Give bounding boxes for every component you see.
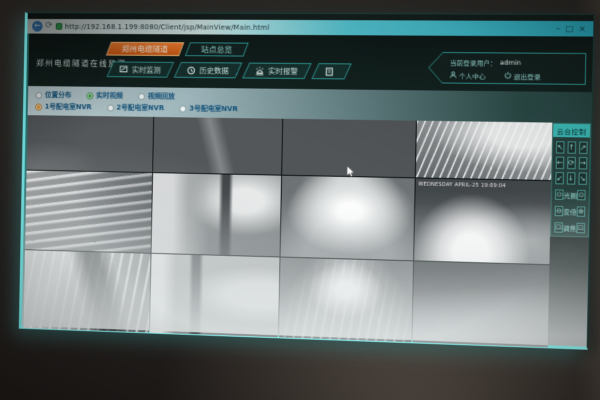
ptz-up-right-button[interactable]: ↗ xyxy=(579,142,588,154)
ptz-iris-row: ⊙ 光圈 ⊙ xyxy=(552,186,589,203)
radio-icon xyxy=(180,105,187,112)
alarm-lamp-icon xyxy=(255,66,264,75)
function-toolbar: 实时监测 历史数据 xyxy=(110,61,348,79)
radio-label: 2号配电室NVR xyxy=(116,103,164,113)
iris-minus-button[interactable]: ⊙ xyxy=(555,189,564,199)
nvr-source-1[interactable]: 1号配电室NVR xyxy=(35,102,92,112)
radio-label: 1号配电室NVR xyxy=(45,102,92,112)
ptz-direction-pad: ↖ ↑ ↗ ← ⟳ → ↙ ↓ ↘ xyxy=(552,137,590,187)
ptz-up-button[interactable]: ↑ xyxy=(567,141,576,153)
ptz-down-left-button[interactable]: ↙ xyxy=(555,172,564,184)
camera-tile-9[interactable] xyxy=(24,250,151,333)
camera-tile-1[interactable] xyxy=(27,115,153,172)
radio-label: 实时视频 xyxy=(96,91,123,101)
realtime-alarm-button[interactable]: 实时报警 xyxy=(242,63,312,79)
tab-label: 郑州电缆隧道 xyxy=(122,43,168,54)
minimize-button[interactable]: – xyxy=(556,24,560,33)
camera-tile-8[interactable]: WEDNESDAY APRIL-25 19:09:04 xyxy=(414,179,552,264)
radio-label: 位置分布 xyxy=(45,90,72,100)
nvr-source-3[interactable]: 3号配电室NVR xyxy=(179,103,237,114)
mouse-cursor-icon xyxy=(347,162,355,181)
user-info-panel: 当前登录用户： admin 个人中心 xyxy=(428,52,586,85)
camera-osd-timestamp: WEDNESDAY APRIL-25 19:09:04 xyxy=(418,182,506,190)
zoom-label: 变倍 xyxy=(563,206,577,217)
view-mode-location[interactable]: 位置分布 xyxy=(35,90,71,100)
camera-tile-12[interactable] xyxy=(412,261,549,347)
logout-label: 退出登录 xyxy=(514,71,541,81)
ptz-down-button[interactable]: ↓ xyxy=(567,172,576,185)
zoom-in-button[interactable]: ⊕ xyxy=(577,206,586,216)
clipboard-icon xyxy=(325,67,334,76)
ptz-panel: 云台控制 ↖ ↑ ↗ ← ⟳ → ↙ ↓ ↘ xyxy=(550,123,591,238)
window-controls: – □ × xyxy=(556,24,588,33)
power-icon xyxy=(504,71,511,80)
monitor-icon xyxy=(119,65,128,74)
logout-link[interactable]: 退出登录 xyxy=(504,71,541,82)
site-favicon-icon xyxy=(55,23,62,30)
ptz-panel-title: 云台控制 xyxy=(553,124,590,138)
tab-tunnel[interactable]: 郑州电缆隧道 xyxy=(106,42,184,56)
photo-background: ← ⟳ http://192.168.1.199:8080/Client/jsp… xyxy=(0,0,600,400)
browser-refresh-icon[interactable]: ⟳ xyxy=(45,22,52,31)
camera-tile-7[interactable] xyxy=(281,176,415,260)
camera-tile-4[interactable] xyxy=(415,121,552,181)
view-mode-playback[interactable]: 视频回放 xyxy=(138,91,175,101)
login-user-label: 当前登录用户： xyxy=(450,57,497,68)
ptz-up-left-button[interactable]: ↖ xyxy=(556,141,565,153)
app-header: 郑州电缆隧道在线监测 郑州电缆隧道 站点总览 xyxy=(28,34,593,93)
ptz-zoom-row: ⊖ 变倍 ⊕ xyxy=(551,203,588,220)
profile-link[interactable]: 个人中心 xyxy=(449,70,485,81)
history-clock-icon xyxy=(187,66,196,75)
focus-label: 调焦 xyxy=(563,222,577,233)
url-address-bar[interactable]: http://192.168.1.199:8080/Client/jsp/Mai… xyxy=(65,23,553,33)
browser-back-button[interactable]: ← xyxy=(32,21,43,32)
radio-icon xyxy=(138,93,145,100)
monitor-screen: ← ⟳ http://192.168.1.199:8080/Client/jsp… xyxy=(19,12,595,350)
iris-label: 光圈 xyxy=(563,190,577,201)
history-data-button[interactable]: 历史数据 xyxy=(174,62,243,78)
toolbar-label: 实时报警 xyxy=(268,65,298,76)
nvr-source-2[interactable]: 2号配电室NVR xyxy=(107,103,164,114)
realtime-monitor-button[interactable]: 实时监测 xyxy=(106,61,174,77)
ptz-left-button[interactable]: ← xyxy=(556,157,565,169)
ptz-auto-scan-button[interactable]: ⟳ xyxy=(567,157,576,169)
alarm-icon: 实时报警 xyxy=(255,65,298,76)
radio-icon xyxy=(35,91,42,98)
camera-tile-11[interactable] xyxy=(279,257,413,342)
close-button[interactable]: × xyxy=(579,24,586,33)
report-button[interactable] xyxy=(311,63,351,79)
ptz-focus-row: ⊡ 调焦 ⊡ xyxy=(551,219,588,236)
tab-label: 站点总览 xyxy=(201,44,232,55)
radio-selected-icon xyxy=(35,103,42,110)
toolbar-label: 实时监测 xyxy=(132,64,161,75)
view-mode-realtime-video[interactable]: 实时视频 xyxy=(87,91,123,101)
radio-selected-icon xyxy=(87,92,94,99)
camera-tile-6[interactable] xyxy=(151,173,281,256)
camera-tile-10[interactable] xyxy=(149,253,279,337)
maximize-button[interactable]: □ xyxy=(565,24,573,33)
ptz-down-right-button[interactable]: ↘ xyxy=(578,172,587,185)
main-content: WEDNESDAY APRIL-25 19:09:04 云台控制 ↖ xyxy=(24,115,592,347)
focus-near-button[interactable]: ⊡ xyxy=(554,222,563,232)
person-icon xyxy=(449,71,456,80)
camera-grid: WEDNESDAY APRIL-25 19:09:04 xyxy=(24,115,553,345)
focus-far-button[interactable]: ⊡ xyxy=(576,223,585,234)
profile-label: 个人中心 xyxy=(459,70,486,80)
username: admin xyxy=(500,59,521,67)
ptz-right-button[interactable]: → xyxy=(578,157,587,170)
radio-icon xyxy=(107,104,114,111)
radio-label: 视频回放 xyxy=(148,91,175,101)
app-page: 郑州电缆隧道在线监测 郑州电缆隧道 站点总览 xyxy=(22,34,593,347)
tab-site-overview[interactable]: 站点总览 xyxy=(185,42,249,56)
camera-tile-5[interactable] xyxy=(25,171,152,253)
camera-tile-2[interactable] xyxy=(153,117,283,175)
iris-plus-button[interactable]: ⊙ xyxy=(577,190,586,200)
zoom-out-button[interactable]: ⊖ xyxy=(555,206,564,216)
toolbar-label: 历史数据 xyxy=(200,65,230,76)
ptz-column: 云台控制 ↖ ↑ ↗ ← ⟳ → ↙ ↓ ↘ xyxy=(548,123,592,347)
radio-label: 3号配电室NVR xyxy=(189,104,238,115)
main-tabs: 郑州电缆隧道 站点总览 xyxy=(108,42,246,57)
